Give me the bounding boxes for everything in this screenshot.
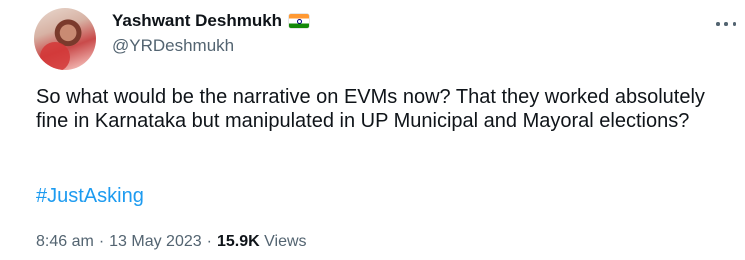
tweet-time[interactable]: 8:46 am <box>36 233 94 250</box>
more-dot <box>716 22 720 26</box>
more-dot <box>724 22 728 26</box>
views-label: Views <box>264 233 307 250</box>
author-name-row: Yashwant Deshmukh <box>112 10 310 32</box>
hashtag-link[interactable]: #JustAsking <box>36 184 144 208</box>
tweet-date[interactable]: 13 May 2023 <box>109 233 202 250</box>
more-dot <box>732 22 736 26</box>
author-display-name[interactable]: Yashwant Deshmukh <box>112 10 282 32</box>
views-count[interactable]: 15.9K <box>217 233 260 250</box>
tweet-text: So what would be the narrative on EVMs n… <box>36 86 705 132</box>
author-handle[interactable]: @YRDeshmukh <box>112 35 234 57</box>
meta-separator: · <box>206 233 212 250</box>
avatar[interactable] <box>34 8 96 70</box>
tweet-meta: 8:46 am · 13 May 2023 · 15.9K Views <box>36 231 307 253</box>
india-flag-icon <box>289 14 310 28</box>
meta-separator: · <box>98 233 105 250</box>
more-options-icon[interactable] <box>716 14 736 34</box>
tweet-card: Yashwant Deshmukh @YRDeshmukh So what wo… <box>0 0 745 260</box>
